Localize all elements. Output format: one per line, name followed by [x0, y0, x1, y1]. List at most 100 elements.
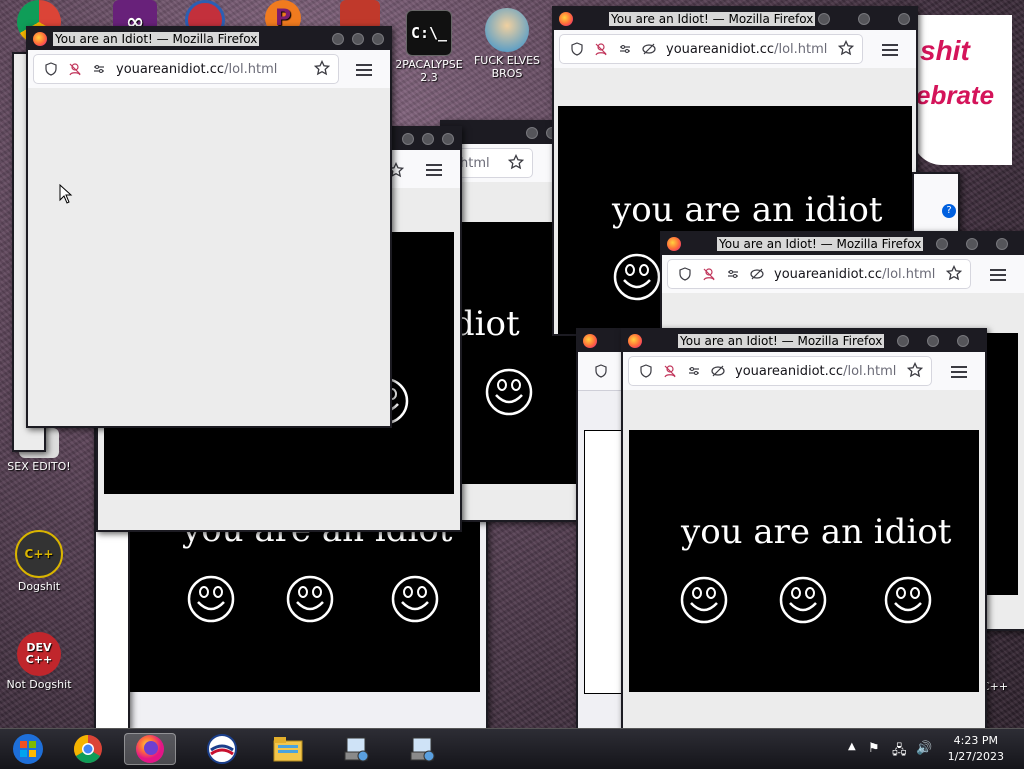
bookmark-star-icon[interactable] [946, 265, 962, 281]
fuck-elves-desktop-icon[interactable]: FUCK ELVES BROS [472, 8, 542, 80]
close-button[interactable] [957, 335, 969, 347]
menu-icon[interactable] [990, 267, 1006, 281]
start-icon [13, 734, 43, 764]
firefox-taskbar-button[interactable] [124, 733, 176, 765]
firefox-icon [136, 735, 164, 763]
volume-icon[interactable]: 🔊 [916, 741, 932, 756]
window-titlebar[interactable]: You are an Idiot! — Mozilla Firefox [662, 233, 1024, 255]
chrome-taskbar-button[interactable] [62, 733, 114, 765]
smiley-icon [779, 576, 827, 624]
maximize-button[interactable] [927, 335, 939, 347]
banner-text: ebrate [916, 80, 995, 110]
url-text: youareanidiot.cc/lol.html [666, 41, 828, 57]
2pacalypse-desktop-icon[interactable]: C:\_ 2PACALYPSE 2.3 [394, 10, 464, 84]
url-text: youareanidiot.cc/lol.html [774, 266, 936, 282]
action-center-flag-icon[interactable]: ⚑ [868, 741, 880, 756]
idiot-text: you are an idiot [681, 512, 952, 552]
permissions-icon[interactable] [618, 42, 632, 56]
maximize-button[interactable] [352, 33, 364, 45]
minimize-button[interactable] [526, 127, 538, 139]
menu-icon[interactable] [426, 162, 442, 176]
network-icon[interactable]: 🖧 [892, 741, 907, 763]
shield-icon[interactable] [570, 42, 584, 56]
bookmark-star-icon[interactable] [907, 362, 923, 378]
firefox-window[interactable]: You are an Idiot! — Mozilla Firefox youa… [621, 328, 987, 730]
menu-icon[interactable] [356, 62, 372, 76]
tracking-blocked-icon[interactable] [663, 364, 677, 378]
shield-icon[interactable] [594, 364, 608, 378]
installer-taskbar-button[interactable] [330, 733, 382, 765]
desktop-icon-label: FUCK ELVES BROS [473, 54, 541, 80]
window-title: You are an Idiot! — Mozilla Firefox [53, 32, 260, 46]
url-bar[interactable]: youareanidiot.cc/lol.html [34, 55, 338, 83]
tracking-blocked-icon[interactable] [68, 62, 82, 76]
navbar [578, 352, 626, 391]
smiley-icon [680, 576, 728, 624]
eye-blocked-icon[interactable] [750, 267, 764, 281]
minimize-button[interactable] [332, 33, 344, 45]
system-clock[interactable]: 4:23 PM 1/27/2023 [948, 733, 1004, 765]
menu-icon[interactable] [951, 364, 967, 378]
start-button[interactable] [2, 733, 54, 765]
window-titlebar[interactable]: You are an Idiot! — Mozilla Firefox [28, 28, 390, 50]
bookmark-star-icon[interactable] [838, 40, 854, 56]
url-bar[interactable]: youareanidiot.cc/lol.html [560, 35, 862, 63]
shield-icon[interactable] [639, 364, 653, 378]
maximize-button[interactable] [422, 133, 434, 145]
shield-icon[interactable] [678, 267, 692, 281]
banner-text: shit [920, 35, 970, 66]
minimize-button[interactable] [897, 335, 909, 347]
show-hidden-icons-button[interactable]: ▲ [848, 741, 856, 752]
window-title: You are an Idiot! — Mozilla Firefox [678, 334, 885, 348]
close-button[interactable] [372, 33, 384, 45]
obama-taskbar-button[interactable] [196, 733, 248, 765]
dogshit-desktop-icon[interactable]: C++ Dogshit [4, 530, 74, 593]
not-dogshit-desktop-icon[interactable]: DEV C++ Not Dogshit [4, 632, 74, 691]
chrome-icon [74, 735, 102, 763]
navbar: youareanidiot.cc/lol.html [662, 255, 1024, 294]
eye-blocked-icon[interactable] [711, 364, 725, 378]
close-button[interactable] [898, 13, 910, 25]
mouse-cursor-icon [59, 184, 73, 204]
menu-icon[interactable] [882, 42, 898, 56]
firefox-logo-icon [667, 237, 681, 251]
desktop-icon-label: Not Dogshit [6, 678, 72, 691]
minimize-button[interactable] [818, 13, 830, 25]
minimize-button[interactable] [402, 133, 414, 145]
c4-icon: C:\_ [406, 10, 452, 56]
firefox-logo-icon [33, 32, 47, 46]
url-bar[interactable]: youareanidiot.cc/lol.html [629, 357, 931, 385]
bookmark-star-icon[interactable] [508, 154, 524, 170]
permissions-icon[interactable] [687, 364, 701, 378]
smiley-icon [613, 253, 661, 301]
close-button[interactable] [996, 238, 1008, 250]
window-titlebar[interactable]: You are an Idiot! — Mozilla Firefox [623, 330, 985, 352]
file-explorer-icon [273, 737, 303, 762]
permissions-icon[interactable] [726, 267, 740, 281]
firefox-window[interactable]: You are an Idiot! — Mozilla Firefox youa… [26, 26, 392, 428]
window-titlebar[interactable]: You are an Idiot! — Mozilla Firefox [554, 8, 916, 30]
tracking-blocked-icon[interactable] [702, 267, 716, 281]
shield-icon[interactable] [44, 62, 58, 76]
firefox-window-partial[interactable]: ? [912, 172, 960, 236]
dev-cpp-dark-icon: C++ [15, 530, 63, 578]
help-icon[interactable]: ? [942, 204, 956, 218]
clock-time: 4:23 PM [953, 734, 998, 747]
url-text: youareanidiot.cc/lol.html [735, 363, 897, 379]
tracking-blocked-icon[interactable] [594, 42, 608, 56]
installer2-taskbar-button[interactable] [396, 733, 448, 765]
maximize-button[interactable] [858, 13, 870, 25]
permissions-icon[interactable] [92, 62, 106, 76]
bookmark-star-icon[interactable] [314, 60, 330, 76]
close-button[interactable] [442, 133, 454, 145]
url-bar[interactable]: youareanidiot.cc/lol.html [668, 260, 970, 288]
elves-icon [485, 8, 529, 52]
file-explorer-taskbar-button[interactable] [262, 733, 314, 765]
minimize-button[interactable] [936, 238, 948, 250]
window-titlebar[interactable] [578, 330, 626, 352]
url-text: youareanidiot.cc/lol.html [116, 61, 278, 77]
smiley-icon [286, 575, 334, 623]
eye-blocked-icon[interactable] [642, 42, 656, 56]
taskbar: ▲ ⚑ 🖧 🔊 4:23 PM 1/27/2023 [0, 728, 1024, 769]
maximize-button[interactable] [966, 238, 978, 250]
